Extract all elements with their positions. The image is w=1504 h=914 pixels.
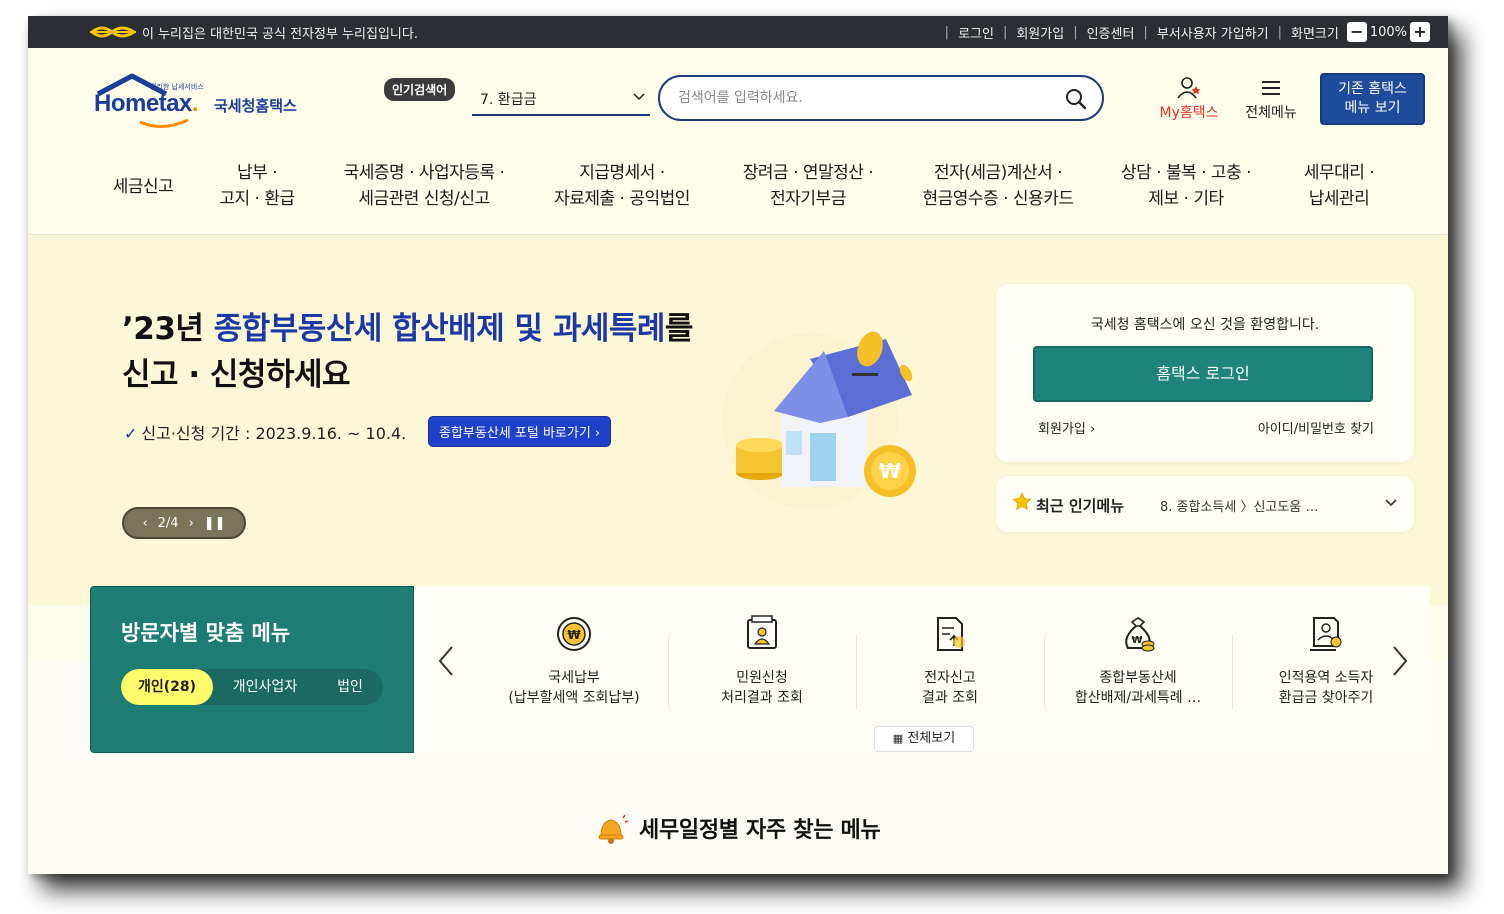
signup-link[interactable]: 회원가입: [1016, 23, 1064, 42]
main-navigation: 세금신고 납부 · 고지 · 환급 국세증명 · 사업자등록 · 세금관련 신청/신…: [28, 158, 1448, 234]
nav-payment-statements[interactable]: 지급명세서 · 자료제출 · 공익법인: [536, 160, 708, 212]
svg-text:₩: ₩: [1131, 635, 1142, 646]
browser-page: 이 누리집은 대한민국 공식 전자정부 누리집입니다. | 로그인 | 회원가입…: [28, 16, 1448, 874]
nav-consulting[interactable]: 상담 · 불복 · 고충 · 제보 · 기타: [1106, 160, 1266, 212]
money-bag-icon: ₩: [1125, 617, 1155, 652]
hamburger-icon: [1262, 81, 1280, 95]
old-hometax-line1: 기존 홈택스: [1338, 81, 1407, 97]
visitor-menu-panel: 방문자별 맞춤 메뉴 개인(28) 개인사업자 법인: [90, 586, 414, 753]
popular-menu-bar[interactable]: 최근 인기메뉴 8. 종합소득세 〉신고도움 …: [996, 476, 1414, 532]
popular-search-badge: 인기검색어: [384, 78, 456, 101]
document-upload-icon: [937, 617, 965, 651]
welcome-text: 국세청 홈택스에 오신 것을 환영합니다.: [1090, 317, 1320, 333]
zoom-level: 100%: [1369, 24, 1407, 40]
hero-period: ✓ 신고·신청 기간 : 2023.9.16. ~ 10.4.: [124, 424, 407, 443]
house-coin-illustration-icon: ₩: [722, 331, 916, 509]
nav-incentives[interactable]: 장려금 · 연말정산 · 전자기부금: [722, 160, 894, 212]
gov-topbar: 이 누리집은 대한민국 공식 전자정부 누리집입니다. | 로그인 | 회원가입…: [28, 16, 1448, 48]
zoom-out-button[interactable]: −: [1346, 22, 1367, 42]
won-coin-icon: ₩: [557, 617, 591, 651]
hero-title: ’23년 종합부동산세 합산배제 및 과세특례를 신고 · 신청하세요: [122, 311, 693, 393]
chevron-left-icon[interactable]: [434, 641, 458, 681]
screen-size-label: 화면크기: [1290, 26, 1339, 42]
cert-center-link[interactable]: 인증센터: [1087, 23, 1135, 42]
search-icon[interactable]: [1064, 87, 1088, 111]
join-link[interactable]: 회원가입 ›: [1038, 418, 1095, 437]
visitor-menu-title: 방문자별 맞춤 메뉴: [121, 621, 291, 645]
search-input[interactable]: [678, 87, 1038, 109]
logo-korean-name: 국세청홈택스: [214, 97, 297, 115]
all-menu-label: 전체메뉴: [1245, 105, 1297, 121]
popular-menu-label: 최근 인기메뉴: [1036, 497, 1125, 515]
utility-links: | 로그인 | 회원가입 | 인증센터 | 부서사용자 가입하기 | 화면크기 …: [936, 16, 1430, 48]
quick-item-refund-finder[interactable]: 인적용역 소득자 환급금 찾아주기: [1232, 614, 1420, 708]
prev-banner-icon[interactable]: ‹: [142, 516, 147, 531]
old-hometax-menu-button[interactable]: 기존 홈택스 메뉴 보기: [1320, 73, 1425, 125]
check-icon: ✓: [124, 424, 138, 443]
tab-individual-business[interactable]: 개인사업자: [217, 669, 313, 705]
nav-tax-agent[interactable]: 세무대리 · 납세관리: [1280, 160, 1398, 212]
nav-e-invoice[interactable]: 전자(세금)계산서 · 현금영수증 · 신용카드: [906, 160, 1090, 212]
hometax-logo[interactable]: Hometax.: [94, 90, 199, 118]
dept-user-signup-link[interactable]: 부서사용자 가입하기: [1157, 23, 1269, 42]
find-id-password-link[interactable]: 아이디/비밀번호 찾기: [1258, 418, 1374, 437]
zoom-in-button[interactable]: +: [1410, 22, 1430, 42]
login-link[interactable]: 로그인: [958, 23, 994, 42]
search-box: [658, 75, 1104, 121]
chevron-right-icon: ›: [1089, 422, 1096, 437]
hometax-login-button[interactable]: 홈택스 로그인: [1033, 346, 1373, 402]
my-hometax-label: My홈택스: [1159, 105, 1219, 121]
gov-notice-text: 이 누리집은 대한민국 공식 전자정부 누리집입니다.: [142, 27, 418, 42]
popular-search-value: 7. 환급금: [480, 92, 537, 108]
quick-menu-panel: ₩ 국세납부 (납부할세액 조회납부) 민원신청 처리결과 조회 전자신고 결과 조회…: [414, 586, 1430, 753]
tab-corporation[interactable]: 법인: [317, 669, 383, 705]
nav-certificates[interactable]: 국세증명 · 사업자등록 · 세금관련 신청/신고: [326, 160, 522, 212]
banner-pager: ‹ 2/4 › ❚❚: [122, 507, 246, 539]
all-menu-button[interactable]: 전체메뉴: [1238, 76, 1304, 122]
chevron-down-icon: [1385, 499, 1397, 507]
quick-item-e-filing-result[interactable]: 전자신고 결과 조회: [856, 614, 1044, 708]
next-banner-icon[interactable]: ›: [189, 516, 194, 531]
popular-search-dropdown[interactable]: 7. 환급금: [472, 82, 650, 116]
old-hometax-line2: 메뉴 보기: [1344, 100, 1401, 116]
pause-icon[interactable]: ❚❚: [204, 516, 226, 531]
bell-icon: [598, 814, 629, 844]
user-icon: [1177, 77, 1201, 99]
my-hometax-button[interactable]: My홈택스: [1150, 76, 1228, 122]
login-card: 국세청 홈택스에 오신 것을 환영합니다. 홈택스 로그인 회원가입 › 아이디…: [996, 284, 1414, 462]
chevron-down-icon: [633, 93, 645, 101]
schedule-menu-heading: 세무일정별 자주 찾는 메뉴: [593, 810, 881, 846]
grid-icon: ▦: [892, 732, 904, 745]
star-icon: [1012, 492, 1032, 511]
nav-payment[interactable]: 납부 · 고지 · 환급: [202, 160, 312, 212]
quick-item-civil-petition[interactable]: 민원신청 처리결과 조회: [668, 614, 856, 708]
svg-text:₩: ₩: [879, 459, 901, 483]
quick-item-property-tax[interactable]: ₩ 종합부동산세 합산배제/과세특례 …: [1044, 614, 1232, 708]
egov-logo-icon: [90, 26, 136, 38]
visitor-tabs: 개인(28) 개인사업자 법인: [121, 669, 383, 705]
quick-item-tax-payment[interactable]: ₩ 국세납부 (납부할세액 조회납부): [480, 614, 668, 708]
see-all-button[interactable]: ▦ 전체보기: [874, 726, 974, 752]
popular-menu-value: 8. 종합소득세 〉신고도움 …: [1160, 500, 1319, 515]
tab-individual[interactable]: 개인(28): [121, 669, 213, 705]
document-refund-icon: [1310, 617, 1342, 651]
banner-page-indicator: 2/4: [157, 515, 179, 531]
property-tax-portal-button[interactable]: 종합부동산세 포털 바로가기 ›: [428, 416, 612, 447]
nav-tax-report[interactable]: 세금신고: [100, 174, 186, 200]
svg-text:₩: ₩: [567, 628, 581, 642]
document-person-icon: [747, 615, 777, 649]
